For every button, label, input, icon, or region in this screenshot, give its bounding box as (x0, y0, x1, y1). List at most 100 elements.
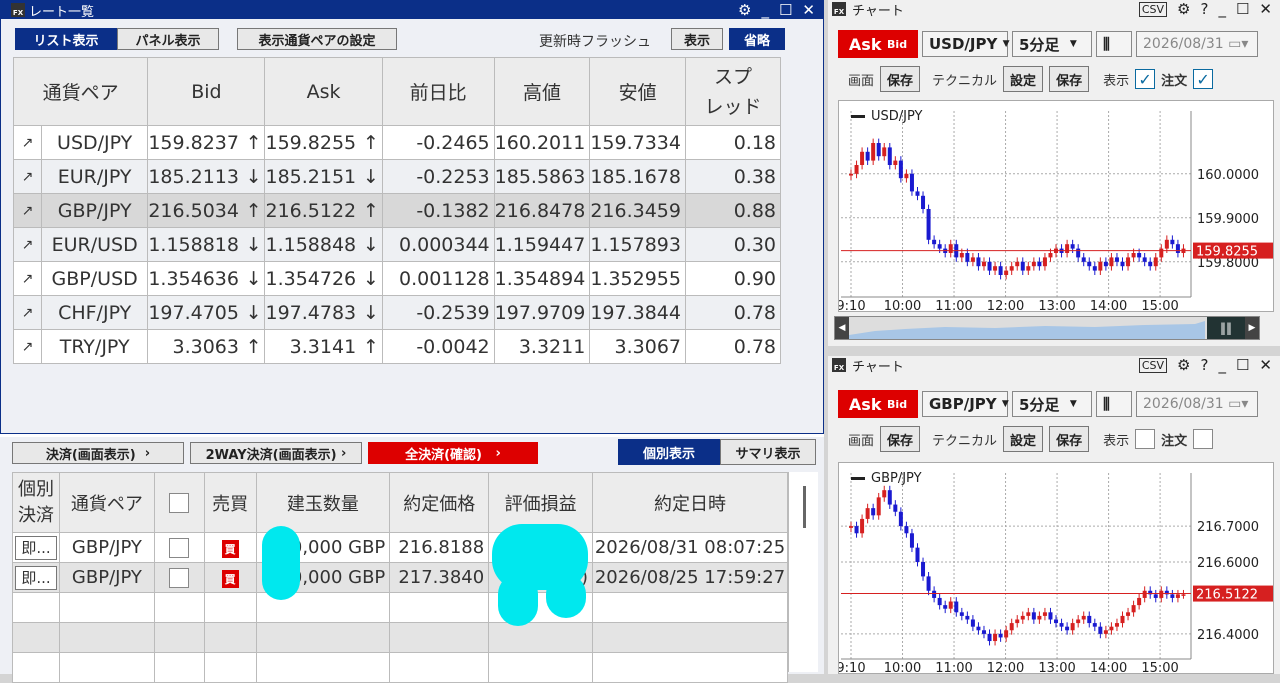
maximize-icon[interactable]: ☐ (779, 1, 792, 19)
chart2-pair-select[interactable]: GBP/JPY ▼ (922, 391, 1009, 417)
rate-bid[interactable]: 197.4705 (147, 295, 243, 330)
chart1-titlebar[interactable]: FX チャート CSV ⚙ ? _ ☐ ✕ (828, 0, 1280, 19)
rate-bid[interactable]: 1.158818 (147, 227, 243, 262)
chart1-save-button[interactable]: 保存 (880, 66, 921, 92)
close-icon[interactable]: ✕ (802, 1, 815, 19)
chart-link-icon[interactable]: ↗ (13, 227, 42, 262)
chart2-tech-save-button[interactable]: 保存 (1049, 426, 1090, 452)
position-checkbox[interactable] (169, 568, 190, 588)
settle-all-button[interactable]: 全決済(確認) › (368, 442, 538, 464)
chart2-save-button[interactable]: 保存 (880, 426, 921, 452)
rate-ask[interactable]: 1.158848 (264, 227, 361, 262)
settle-screen-button[interactable]: 決済(画面表示) › (12, 442, 184, 464)
rate-ask[interactable]: 1.354726 (264, 261, 361, 296)
chart2-timeframe-select[interactable]: 5分足 ▼ (1012, 391, 1092, 417)
close-icon[interactable]: ✕ (1259, 0, 1272, 18)
minimize-icon[interactable]: _ (1218, 0, 1226, 18)
maximize-icon[interactable]: ☐ (1236, 0, 1249, 18)
candle-body (937, 597, 942, 606)
close-icon[interactable]: ✕ (1259, 356, 1272, 374)
chart-link-icon[interactable]: ↗ (13, 159, 42, 194)
chart1-timeframe-select[interactable]: 5分足 ▼ (1012, 31, 1092, 57)
twoway-settle-button[interactable]: 2WAY決済(画面表示) › (190, 442, 362, 464)
help-icon[interactable]: ? (1201, 0, 1209, 18)
rate-ask[interactable]: 197.4783 (264, 295, 361, 330)
chart-link-icon[interactable]: ↗ (13, 125, 42, 160)
rate-bid[interactable]: 159.8237 (147, 125, 243, 160)
rate-ask[interactable]: 185.2151 (264, 159, 361, 194)
positions-scrollbar[interactable] (788, 472, 818, 672)
rate-row[interactable]: ↗ CHF/JPY 197.4705 ↓ 197.4783 ↓ -0.2539 197.970… (13, 295, 781, 330)
rate-row[interactable]: ↗ GBP/JPY 216.5034 ↑ 216.5122 ↑ -0.1382 216.847… (13, 193, 781, 228)
chart1-date-input[interactable]: 2026/08/31 ▭▾ (1136, 31, 1258, 57)
pair-settings-button[interactable]: 表示通貨ペアの設定 (237, 28, 397, 50)
rate-bid[interactable]: 216.5034 (147, 193, 243, 228)
minimize-icon[interactable]: _ (761, 1, 769, 19)
individual-view-button[interactable]: 個別表示 (618, 439, 720, 465)
candle-body (904, 173, 909, 179)
rate-row[interactable]: ↗ USD/JPY 159.8237 ↑ 159.8255 ↑ -0.2465 160.201… (13, 125, 781, 160)
position-row[interactable]: 即... GBP/JPY 買 0,000 GBP 216.8188 2026/08/31 … (12, 532, 788, 563)
rate-ask[interactable]: 159.8255 (264, 125, 361, 160)
chart1-tech-save-button[interactable]: 保存 (1049, 66, 1090, 92)
rate-change: -0.2253 (381, 159, 495, 194)
nav-right-icon[interactable]: ▶ (1245, 317, 1259, 339)
maximize-icon[interactable]: ☐ (1236, 356, 1249, 374)
rate-window-titlebar[interactable]: FX レート一覧 ⚙ _ ☐ ✕ (1, 1, 823, 20)
csv-icon[interactable]: CSV (1138, 357, 1168, 373)
chart2-settings-button[interactable]: 設定 (1003, 426, 1044, 452)
extra-checkbox[interactable] (1193, 429, 1214, 449)
nav-left-icon[interactable]: ◀ (835, 317, 849, 339)
chart2-date-input[interactable]: 2026/08/31 ▭▾ (1136, 391, 1258, 417)
flash-show-button[interactable]: 表示 (671, 28, 723, 50)
tab-panel-view[interactable]: パネル表示 (117, 28, 219, 50)
col-select-all[interactable] (153, 472, 205, 533)
candle-body (1031, 612, 1036, 620)
chart1-settings-button[interactable]: 設定 (1003, 66, 1044, 92)
chart-window-1: FX チャート CSV ⚙ ? _ ☐ ✕ Ask Bid USD/JPY ▼ … (828, 0, 1280, 346)
rate-ask[interactable]: 3.3141 (264, 329, 361, 364)
chart-link-icon[interactable]: ↗ (13, 295, 42, 330)
chart2-titlebar[interactable]: FX チャート CSV ⚙ ? _ ☐ ✕ (828, 356, 1280, 375)
flash-omit-button[interactable]: 省略 (729, 28, 785, 50)
settings-icon[interactable]: ⚙ (738, 1, 751, 19)
ask-bid-toggle[interactable]: Ask Bid (838, 390, 918, 418)
extra-checkbox[interactable]: ✓ (1193, 69, 1214, 89)
instant-settle-button[interactable]: 即... (15, 535, 57, 560)
chart1-navigator[interactable]: ◀ ‖‖ ▶ (834, 316, 1260, 340)
chart2-plot-area[interactable]: 9:10 10:00 11:00 12:00 13:00 14:00 15:00 216.40… (836, 462, 1274, 676)
candle-body (926, 576, 931, 591)
rate-ask[interactable]: 216.5122 (264, 193, 361, 228)
tab-list-view[interactable]: リスト表示 (15, 28, 117, 50)
help-icon[interactable]: ? (1201, 356, 1209, 374)
select-all-checkbox[interactable] (169, 493, 190, 513)
rate-row[interactable]: ↗ EUR/USD 1.158818 ↓ 1.158848 ↓ 0.000344 1.1594… (13, 227, 781, 262)
order-checkbox[interactable]: ✓ (1135, 69, 1156, 89)
rate-bid[interactable]: 1.354636 (147, 261, 243, 296)
chart-link-icon[interactable]: ↗ (13, 329, 42, 364)
position-row[interactable]: 即... GBP/JPY 買 0,000 GBP 217.3840) 2026/08/25… (12, 562, 788, 593)
candle-type-icon[interactable]: ⫼ (1096, 391, 1132, 417)
rate-row[interactable]: ↗ EUR/JPY 185.2113 ↓ 185.2151 ↓ -0.2253 185.586… (13, 159, 781, 194)
rate-bid[interactable]: 3.3063 (147, 329, 243, 364)
fx-logo-icon: FX (832, 2, 846, 16)
gear-icon[interactable]: ⚙ (1177, 356, 1190, 374)
rate-row[interactable]: ↗ GBP/USD 1.354636 ↓ 1.354726 ↓ 0.001128 1.3548… (13, 261, 781, 296)
chart1-plot-area[interactable]: 9:10 10:00 11:00 12:00 13:00 14:00 15:00 159.80… (836, 100, 1274, 314)
summary-view-button[interactable]: サマリ表示 (720, 439, 816, 465)
rate-row[interactable]: ↗ TRY/JPY 3.3063 ↑ 3.3141 ↑ -0.0042 3.3211 3.306… (13, 329, 781, 364)
chart-link-icon[interactable]: ↗ (13, 261, 42, 296)
chart-link-icon[interactable]: ↗ (13, 193, 42, 228)
csv-icon[interactable]: CSV (1138, 1, 1168, 17)
instant-settle-button[interactable]: 即... (15, 565, 57, 590)
rate-bid[interactable]: 185.2113 (147, 159, 243, 194)
ask-bid-toggle[interactable]: Ask Bid (838, 30, 918, 58)
chart1-pair-select[interactable]: USD/JPY ▼ (922, 31, 1010, 57)
nav-handle-icon[interactable]: ‖‖ (1207, 317, 1245, 339)
position-checkbox[interactable] (169, 538, 190, 558)
draw-label: 画面 (848, 73, 875, 89)
order-checkbox[interactable] (1135, 429, 1156, 449)
minimize-icon[interactable]: _ (1218, 356, 1226, 374)
candle-type-icon[interactable]: ⫼ (1096, 31, 1132, 57)
gear-icon[interactable]: ⚙ (1177, 0, 1190, 18)
